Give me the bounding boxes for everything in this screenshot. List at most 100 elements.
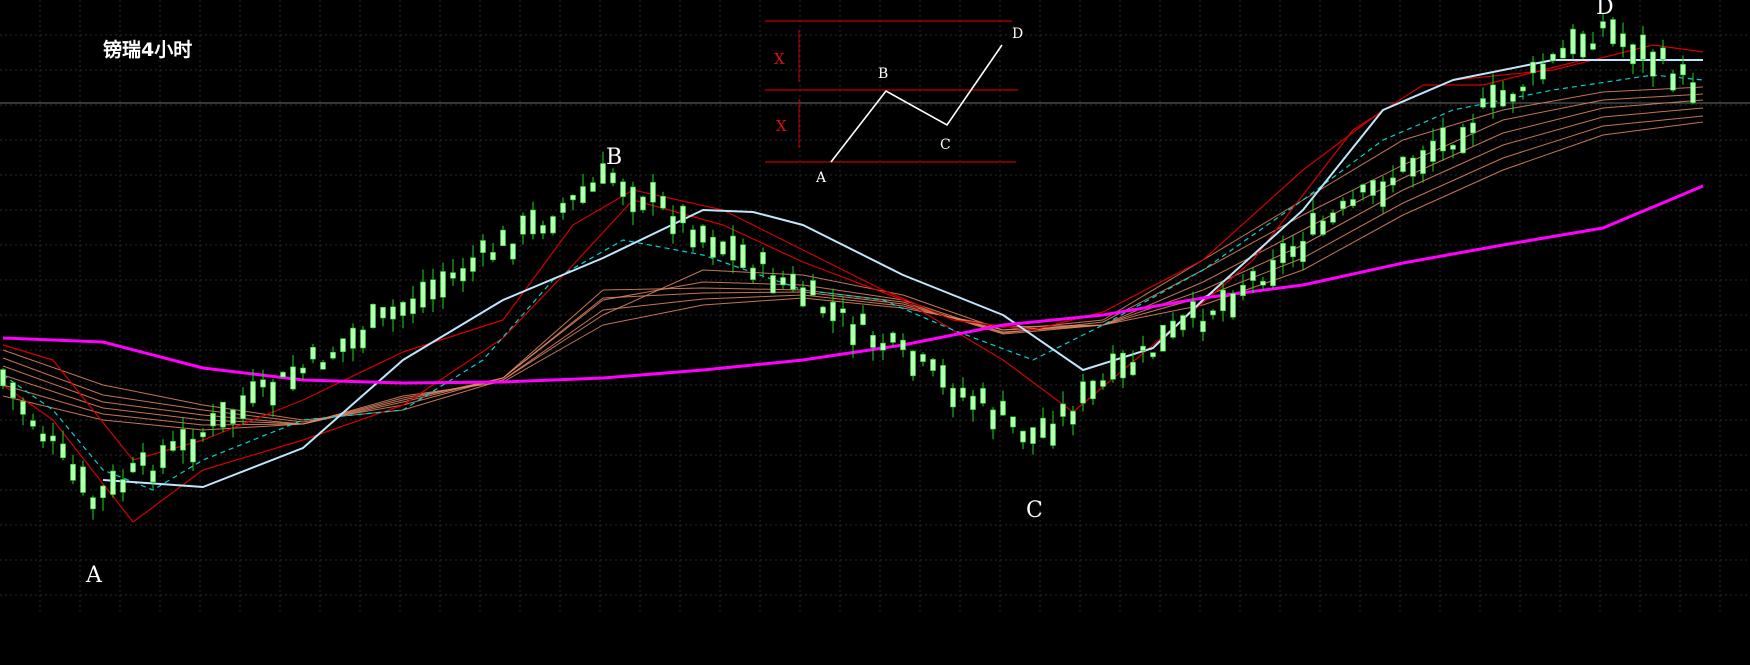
wave-label-c: C [1026,498,1043,523]
candle-body [310,346,316,360]
candle-body [650,182,656,203]
candle-body [810,280,816,296]
series-line-envelope [2,44,1704,461]
candle-body [180,428,186,451]
candle-body [350,327,356,349]
candle-body [340,338,346,353]
candle-body [140,452,146,466]
candle-body [1410,157,1416,177]
candle-body [380,306,386,319]
candle-body [1520,86,1526,92]
candle-body [890,332,896,343]
candle-body [500,229,506,247]
candle-body [980,388,986,404]
candle-body [930,359,936,371]
candle-body [900,339,906,351]
candle-body [1010,416,1016,428]
candle-body [470,257,476,272]
indicator-lines [2,44,1704,523]
candle-body [1370,180,1376,196]
candle-body [610,172,616,184]
candle-body [860,313,866,325]
wave-label-d: D [1596,0,1614,20]
candle-body [230,409,236,424]
candle-body [360,329,366,349]
candle-body [220,401,226,428]
candle-body [1180,315,1186,331]
candle-body [770,275,776,294]
candle-body [170,440,176,451]
candle-body [1640,34,1646,60]
chart-grid [0,0,1750,612]
candle-body [1300,241,1306,263]
candle-body [1120,352,1126,379]
candle-body [1540,63,1546,80]
candle-body [100,485,106,498]
inset-label-b: B [878,66,888,82]
candle-body [1140,345,1146,351]
candle-body [150,470,156,483]
candle-body [490,252,496,261]
candle-body [330,351,336,359]
candle-body [1600,21,1606,29]
candle-body [1460,127,1466,154]
candle-body [690,229,696,248]
candle-body [1240,284,1246,297]
candle-body [1060,403,1066,417]
candle-body [1000,400,1006,416]
candle-body [1350,199,1356,207]
candle-body [550,216,556,234]
candle-body [290,366,296,390]
candle-body [480,240,486,253]
chart-title: 镑瑞4小时 [103,38,192,61]
candle-body [1430,140,1436,162]
candle-body [520,215,526,235]
candle-body [460,268,466,282]
candle-body [270,381,276,406]
candle-body [1500,90,1506,107]
candle-body [450,272,456,279]
candle-body [990,409,996,430]
candle-body [750,267,756,280]
candle-body [560,202,566,213]
candle-body [250,381,256,404]
candle-body [800,287,806,307]
candle-body [130,462,136,473]
candle-body [1650,51,1656,77]
candle-body [1420,150,1426,174]
candle-body [1610,19,1616,45]
candle-body [400,301,406,316]
candle-body [870,334,876,348]
candle-body [1330,212,1336,223]
candle-body [1280,243,1286,264]
candle-body [1630,44,1636,65]
candle-body [1440,127,1446,152]
candle-body [440,271,446,298]
candle-body [850,324,856,346]
candle-body [720,241,726,255]
inset-label-c: C [940,137,951,153]
candle-body [1480,98,1486,108]
candle-body [1620,33,1626,48]
candle-body [1210,310,1216,316]
candle-body [640,196,646,211]
series-line-envelope [2,59,1703,523]
candle-body [740,244,746,268]
candle-body [830,301,836,322]
candle-body [1590,43,1596,50]
candle-body [590,182,596,192]
candle-body [1260,280,1266,286]
candle-body [90,497,96,510]
candle-body [940,365,946,388]
candle-body [1660,47,1666,60]
candle-body [1230,293,1236,318]
inset-label-a: A [815,170,827,186]
candle-body [1320,220,1326,235]
candle-body [1020,430,1026,443]
candle-body [1390,177,1396,186]
candle-body [580,186,586,204]
candle-body [1580,33,1586,58]
candle-body [1670,73,1676,91]
candle-body [10,382,16,399]
series-line-ma-dashed [2,74,1704,491]
